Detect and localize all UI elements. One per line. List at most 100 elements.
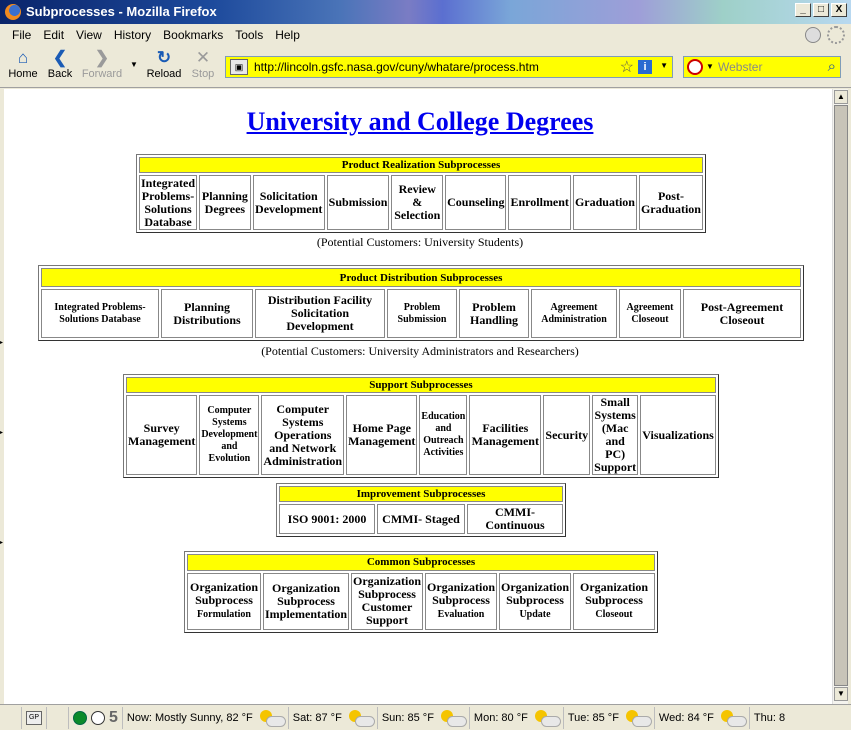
common-cell: Organization Subprocess Update bbox=[499, 572, 571, 630]
realization-cell: Post-Graduation bbox=[638, 175, 703, 230]
gp-icon[interactable]: GP bbox=[26, 710, 42, 725]
distribution-cell: Problem Handling bbox=[459, 289, 529, 338]
distribution-cell: Problem Submission bbox=[387, 289, 457, 338]
page-title[interactable]: University and College Degrees bbox=[4, 107, 832, 137]
window-controls: _ □ X bbox=[795, 3, 847, 17]
realization-cell: Planning Degrees bbox=[199, 175, 251, 230]
menu-help[interactable]: Help bbox=[269, 28, 306, 42]
firefox-icon bbox=[5, 4, 21, 20]
improvement-cell: CMMI-Continuous bbox=[467, 504, 563, 534]
vertical-scrollbar[interactable]: ▲ ▼ bbox=[832, 89, 848, 704]
info-icon[interactable]: i bbox=[638, 60, 652, 74]
distribution-cell: Distribution Facility Solicitation Devel… bbox=[255, 289, 385, 338]
improvement-table: Improvement Subprocesses ISO 9001: 2000 … bbox=[276, 483, 566, 537]
search-bar[interactable]: ▼ Webster ⌕ bbox=[683, 56, 841, 78]
status-bar: GP 5 Now: Mostly Sunny, 82 °F Sat: 87 °F… bbox=[0, 704, 851, 730]
common-header: Common Subprocesses bbox=[187, 554, 655, 571]
url-text[interactable]: http://lincoln.gsfc.nasa.gov/cuny/whatar… bbox=[254, 60, 539, 74]
distribution-table: Product Distribution Subprocesses Integr… bbox=[38, 265, 804, 341]
common-cell: Organization Subprocess Formulation bbox=[187, 572, 261, 630]
forecast-day[interactable]: Sun: 85 °F bbox=[378, 706, 470, 729]
minimize-button[interactable]: _ bbox=[795, 3, 811, 17]
history-dropdown[interactable]: ▼ bbox=[130, 60, 138, 69]
menu-bar: File Edit View History Bookmarks Tools H… bbox=[0, 24, 851, 46]
forecast-now[interactable]: Now: Mostly Sunny, 82 °F bbox=[123, 706, 289, 729]
menu-edit[interactable]: Edit bbox=[37, 28, 70, 42]
forecast-day[interactable]: Thu: 8 bbox=[750, 707, 789, 729]
engine-dropdown-icon[interactable]: ▼ bbox=[706, 62, 714, 71]
distribution-cell: Post-Agreement Closeout bbox=[683, 289, 801, 338]
realization-cell: Solicitation Development bbox=[252, 175, 325, 230]
reload-button[interactable]: ↻ Reload bbox=[146, 48, 182, 80]
clock-icon[interactable] bbox=[91, 710, 105, 725]
support-cell: Visualizations bbox=[640, 395, 716, 475]
improvement-header: Improvement Subprocesses bbox=[279, 486, 563, 502]
menu-file[interactable]: File bbox=[6, 28, 37, 42]
forecast-day[interactable]: Mon: 80 °F bbox=[470, 706, 564, 729]
forecast-text: Wed: 84 °F bbox=[658, 711, 714, 724]
support-header: Support Subprocesses bbox=[126, 377, 716, 393]
improvement-cell: ISO 9001: 2000 bbox=[279, 504, 375, 534]
partly-sunny-icon bbox=[719, 709, 747, 727]
scroll-down-arrow-icon[interactable]: ▼ bbox=[834, 687, 848, 701]
reload-label: Reload bbox=[146, 68, 182, 80]
partly-sunny-icon bbox=[347, 709, 375, 727]
page-content: University and College Degrees Product R… bbox=[4, 89, 832, 704]
distribution-cell: Integrated Problems-Solutions Database bbox=[41, 289, 159, 338]
realization-cell: Graduation bbox=[572, 175, 637, 230]
partly-sunny-icon bbox=[439, 709, 467, 727]
partly-sunny-icon bbox=[624, 709, 652, 727]
forecast-day[interactable]: Wed: 84 °F bbox=[655, 706, 750, 729]
maximize-button[interactable]: □ bbox=[813, 3, 829, 17]
distribution-caption: (Potential Customers: University Adminis… bbox=[261, 344, 579, 358]
forecast-text: Now: Mostly Sunny, 82 °F bbox=[126, 711, 253, 724]
status-spacer-2 bbox=[47, 706, 69, 729]
home-button[interactable]: ⌂ Home bbox=[8, 48, 38, 80]
green-status-icon[interactable] bbox=[73, 710, 87, 725]
stop-icon: ✕ bbox=[195, 48, 211, 67]
menu-tools[interactable]: Tools bbox=[229, 28, 269, 42]
stop-label: Stop bbox=[191, 68, 215, 80]
reload-icon: ↻ bbox=[156, 48, 172, 67]
status-spacer bbox=[0, 706, 22, 729]
bookmark-star-icon[interactable]: ☆ bbox=[620, 57, 634, 77]
support-cell: Security bbox=[543, 395, 591, 475]
user-status-icon[interactable] bbox=[805, 27, 821, 43]
back-button[interactable]: ❮ Back bbox=[45, 48, 75, 80]
navigation-toolbar: ⌂ Home ❮ Back ▼ ❯ Forward ↻ Reload ✕ Sto… bbox=[0, 46, 851, 88]
gp-cell: GP bbox=[22, 706, 47, 729]
close-button[interactable]: X bbox=[831, 3, 847, 17]
forecast-day[interactable]: Tue: 85 °F bbox=[564, 706, 655, 729]
address-bar[interactable]: ▣ http://lincoln.gsfc.nasa.gov/cuny/what… bbox=[225, 56, 673, 78]
support-cell: Small Systems (Mac and PC) Support bbox=[592, 395, 639, 475]
forecast-text: Sat: 87 °F bbox=[292, 711, 342, 724]
realization-cell: Enrollment bbox=[508, 175, 571, 230]
search-placeholder[interactable]: Webster bbox=[718, 60, 762, 74]
count-badge[interactable]: 5 bbox=[109, 709, 118, 727]
support-table: Support Subprocesses Survey Management C… bbox=[123, 374, 719, 478]
site-favicon-icon: ▣ bbox=[230, 59, 248, 75]
common-cell: Organization Subprocess Closeout bbox=[573, 572, 655, 630]
window-title: Subprocesses - Mozilla Firefox bbox=[26, 4, 217, 19]
menu-history[interactable]: History bbox=[108, 28, 157, 42]
realization-cell: Submission bbox=[326, 175, 390, 230]
support-cell: Home Page Management bbox=[346, 395, 418, 475]
common-cell: Organization Subprocess Customer Support bbox=[351, 572, 423, 630]
title-bar: Subprocesses - Mozilla Firefox _ □ X bbox=[0, 0, 851, 24]
throbber-icon bbox=[827, 26, 845, 44]
distribution-cell: Agreement Closeout bbox=[619, 289, 681, 338]
realization-cell: Integrated Problems-Solutions Database bbox=[139, 175, 197, 230]
forward-button[interactable]: ❯ Forward bbox=[80, 48, 124, 80]
search-magnifier-icon[interactable]: ⌕ bbox=[828, 58, 836, 75]
stop-button[interactable]: ✕ Stop bbox=[190, 48, 216, 80]
url-dropdown-icon[interactable]: ▼ bbox=[660, 61, 668, 70]
search-engine-icon[interactable] bbox=[687, 59, 703, 75]
menu-view[interactable]: View bbox=[70, 28, 108, 42]
forecast-text: Sun: 85 °F bbox=[381, 711, 434, 724]
forecast-text: Mon: 80 °F bbox=[473, 711, 528, 724]
scroll-up-arrow-icon[interactable]: ▲ bbox=[834, 90, 848, 104]
scroll-thumb[interactable] bbox=[834, 105, 848, 686]
distribution-cell: Agreement Administration bbox=[531, 289, 617, 338]
forecast-day[interactable]: Sat: 87 °F bbox=[289, 706, 378, 729]
menu-bookmarks[interactable]: Bookmarks bbox=[157, 28, 229, 42]
